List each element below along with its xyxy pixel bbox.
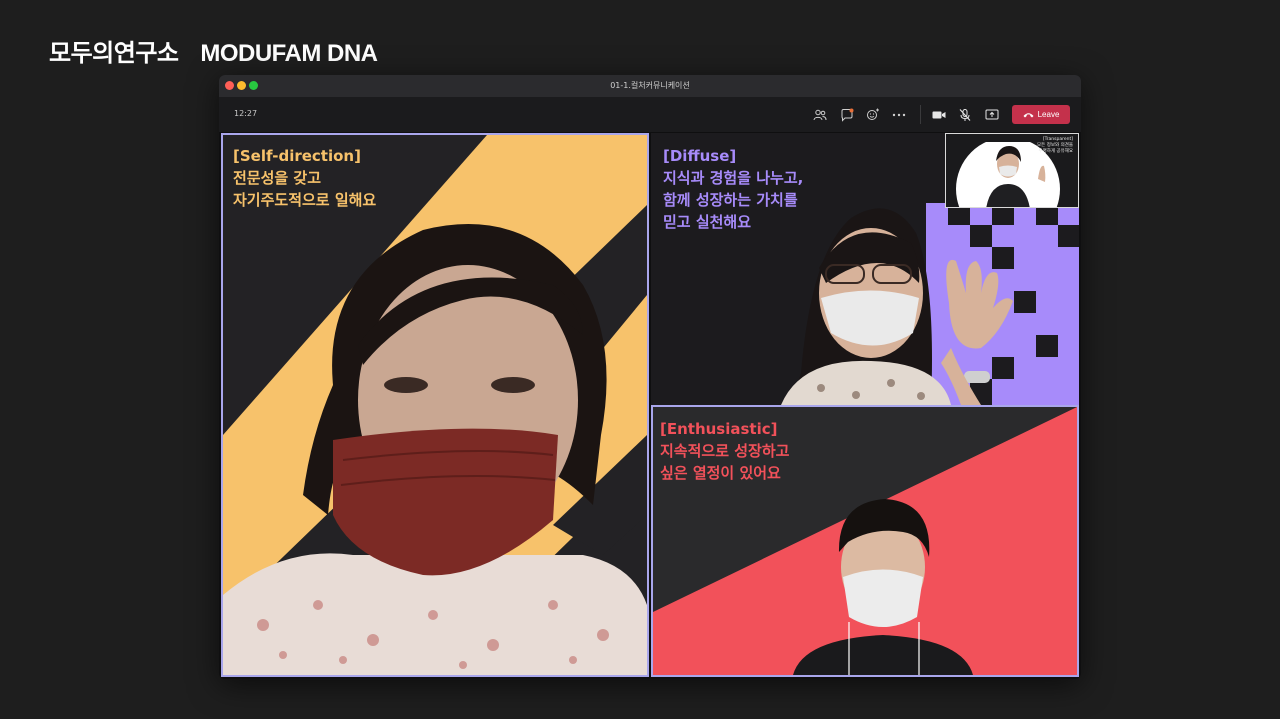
self-direction-heading: [Self-direction] — [233, 147, 361, 165]
phone-hangup-icon — [1023, 112, 1034, 118]
people-icon[interactable] — [811, 106, 829, 124]
self-direction-line1: 전문성을 갖고 — [233, 169, 322, 187]
leave-label: Leave — [1037, 110, 1060, 119]
video-tile-self-direction[interactable]: [Self-direction] 전문성을 갖고 자기주도적으로 일해요 — [221, 133, 649, 677]
video-tile-enthusiastic[interactable]: [Enthusiastic] 지속적으로 성장하고 싶은 열정이 있어요 — [651, 405, 1079, 677]
diffuse-line1: 지식과 경험을 나누고, — [663, 169, 804, 187]
self-view-pip-transparent[interactable]: [Transparent] 모든 정보와 의견을 투명하게 공유해요 — [945, 133, 1079, 208]
toolbar-divider — [920, 105, 921, 124]
meeting-window: 01-1.컬처커뮤니케이션 12:27 Leave [Self-directio… — [219, 75, 1081, 679]
mic-muted-icon[interactable] — [956, 106, 974, 124]
self-direction-caption: [Self-direction] 전문성을 갖고 자기주도적으로 일해요 — [233, 145, 376, 211]
page-title-korean: 모두의연구소 — [49, 39, 179, 67]
page-title-english: MODUFAM DNA — [200, 40, 378, 67]
transparent-caption: [Transparent] 모든 정보와 의견을 투명하게 공유해요 — [1037, 137, 1073, 155]
leave-button[interactable]: Leave — [1012, 105, 1070, 124]
enthusiastic-line1: 지속적으로 성장하고 — [660, 442, 790, 460]
share-screen-icon[interactable] — [983, 106, 1001, 124]
diffuse-line2: 함께 성장하는 가치를 — [663, 191, 798, 209]
camera-icon[interactable] — [930, 106, 948, 124]
diffuse-heading: [Diffuse] — [663, 147, 737, 165]
window-title: 01-1.컬처커뮤니케이션 — [610, 81, 690, 90]
diffuse-line3: 믿고 실천해요 — [663, 213, 752, 231]
meeting-clock: 12:27 — [234, 109, 258, 118]
diffuse-caption: [Diffuse] 지식과 경험을 나누고, 함께 성장하는 가치를 믿고 실천… — [663, 145, 803, 233]
transparent-line2: 투명하게 공유해요 — [1038, 149, 1073, 154]
self-direction-line2: 자기주도적으로 일해요 — [233, 191, 377, 209]
self-direction-background — [223, 135, 647, 675]
page-title: 모두의연구소 MODUFAM DNA — [49, 33, 378, 68]
chat-icon[interactable] — [838, 106, 856, 124]
window-titlebar: 01-1.컬처커뮤니케이션 — [219, 75, 1081, 97]
enthusiastic-line2: 싶은 열정이 있어요 — [660, 464, 781, 482]
reactions-icon[interactable] — [864, 106, 882, 124]
enthusiastic-heading: [Enthusiastic] — [660, 420, 778, 438]
meeting-toolbar: 12:27 Leave — [219, 97, 1081, 132]
enthusiastic-caption: [Enthusiastic] 지속적으로 성장하고 싶은 열정이 있어요 — [660, 418, 789, 484]
more-icon[interactable] — [890, 106, 908, 124]
